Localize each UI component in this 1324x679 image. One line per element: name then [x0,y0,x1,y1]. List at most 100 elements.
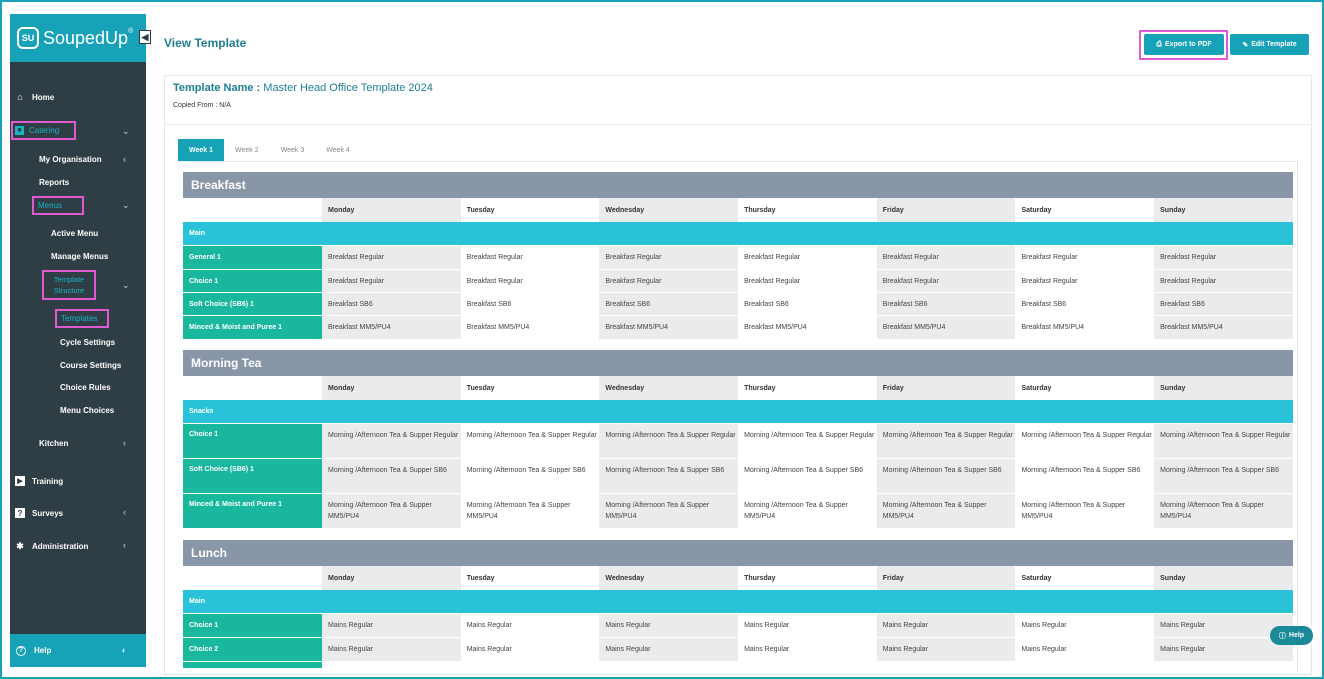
logo[interactable]: SU SoupedUp® [10,14,146,62]
nav-cycle-settings[interactable]: Cycle Settings [60,338,115,347]
tab-week-3[interactable]: Week 3 [270,139,316,161]
row-label: Soft Choice (SB6) 1 [183,293,322,315]
table-cell: Morning /Afternoon Tea & Supper MM5/PU4 [876,494,1016,528]
table-cell: Breakfast Regular [876,246,1016,269]
gear-icon: ✱ [16,540,24,551]
export-pdf-button[interactable]: ⎙ Export to PDF [1144,34,1224,55]
table-row: Choice 1 Mains Regular Mains Regular Mai… [183,613,1293,637]
edit-template-label: Edit Template [1251,41,1297,48]
row-label: Choice 2 [183,638,322,661]
nav-templates[interactable]: Templates [55,309,109,328]
table-row: Choice 1 Morning /Afternoon Tea & Supper… [183,423,1293,458]
row-label: Choice 1 [183,614,322,637]
day-header: Monday [322,198,461,222]
day-header-spacer [183,376,322,400]
edit-icon: ✎ [1242,41,1249,49]
table-cell: Morning /Afternoon Tea & Supper SB6 [876,459,1016,493]
tab-week-2[interactable]: Week 2 [224,139,270,161]
day-header: Thursday [738,376,877,400]
table-cell: Breakfast SB6 [738,293,877,315]
tab-week-4[interactable]: Week 4 [315,139,361,161]
nav-menu-choices[interactable]: Menu Choices [60,406,114,415]
table-cell: Morning /Afternoon Tea & Supper MM5/PU4 [738,494,877,528]
table-cell: Breakfast MM5/PU4 [1154,316,1293,339]
nav-course-settings[interactable]: Course Settings [60,361,121,370]
nav-kitchen[interactable]: Kitchen [39,439,68,448]
nav-catering[interactable]: ■ Catering [11,121,76,140]
sidebar-collapse-button[interactable]: ◀ [139,30,151,44]
day-header: Friday [876,566,1016,590]
brand-text: SoupedUp [43,27,129,48]
day-header: Tuesday [460,376,600,400]
help-button[interactable]: ⓘ Help [1270,626,1313,645]
table-cell: Breakfast Regular [460,270,600,292]
nav-surveys-label: Surveys [32,508,64,518]
nav-menus[interactable]: Menus [32,196,84,215]
nav-reports[interactable]: Reports [39,178,69,187]
day-header-spacer [183,566,322,590]
nav-cycle-settings-label: Cycle Settings [60,338,116,347]
day-header: Saturday [1015,376,1155,400]
nav-training[interactable]: ▶ Training [15,476,63,486]
nav-template-structure[interactable]: Template Structure [42,270,96,300]
row-label [183,662,322,668]
category-row: Snacks [183,400,1293,423]
nav-my-organisation[interactable]: My Organisation [39,155,102,164]
section-title: Morning Tea [183,350,1293,376]
nav-surveys[interactable]: ? Surveys [15,508,63,518]
day-header-spacer [183,198,322,222]
tab-week-1[interactable]: Week 1 [178,139,224,161]
row-label: Choice 1 [183,424,322,458]
edit-template-button[interactable]: ✎ Edit Template [1230,34,1309,55]
table-row: Minced & Moist and Puree 1 Breakfast MM5… [183,315,1293,339]
day-header-row: Monday Tuesday Wednesday Thursday Friday… [183,198,1293,222]
section-title: Lunch [183,540,1293,566]
table-cell: Breakfast MM5/PU4 [876,316,1016,339]
table-cell: Mains Regular [1015,614,1155,637]
nav-administration-label: Administration [32,541,89,551]
nav-active-menu[interactable]: Active Menu [51,229,98,238]
nav-home-label: Home [32,92,55,102]
copied-from: Copied From : N/A [173,102,231,109]
surveys-icon: ? [15,508,25,518]
day-header: Sunday [1154,198,1293,222]
day-header-row: Monday Tuesday Wednesday Thursday Friday… [183,566,1293,590]
day-header: Tuesday [460,566,600,590]
table-cell: Mains Regular [322,638,461,661]
table-cell: Mains Regular [738,614,877,637]
brand-reg: ® [128,27,134,35]
day-header: Wednesday [599,198,739,222]
table-cell: Breakfast SB6 [460,293,600,315]
table-cell: Morning /Afternoon Tea & Supper SB6 [322,459,461,493]
section-breakfast: Breakfast Monday Tuesday Wednesday Thurs… [183,172,1293,339]
table-cell: Breakfast Regular [1015,270,1155,292]
table-cell: Breakfast Regular [599,246,739,269]
nav-help[interactable]: ? Help ‹ [10,634,146,667]
table-cell: Mains Regular [460,614,600,637]
table-cell: Morning /Afternoon Tea & Supper Regular [876,424,1016,458]
nav-choice-rules[interactable]: Choice Rules [60,383,111,392]
table-cell: Morning /Afternoon Tea & Supper SB6 [1154,459,1293,493]
table-cell: Morning /Afternoon Tea & Supper Regular [599,424,739,458]
day-header: Wednesday [599,376,739,400]
table-cell: Breakfast SB6 [599,293,739,315]
table-cell: Breakfast SB6 [322,293,461,315]
training-icon: ▶ [15,476,25,486]
template-name-value: Master Head Office Template 2024 [263,82,433,94]
table-cell: Morning /Afternoon Tea & Supper Regular [460,424,600,458]
table-cell: Breakfast Regular [460,246,600,269]
table-cell: Morning /Afternoon Tea & Supper MM5/PU4 [322,494,461,528]
nav-administration[interactable]: ✱ Administration [15,541,88,551]
row-label: Choice 1 [183,270,322,292]
table-row: Soft Choice (SB6) 1 Morning /Afternoon T… [183,458,1293,493]
week-tabs: Week 1 Week 2 Week 3 Week 4 [178,139,361,161]
table-cell: Breakfast MM5/PU4 [599,316,739,339]
nav-manage-menus[interactable]: Manage Menus [51,252,108,261]
nav-home[interactable]: ⌂ Home [15,92,54,102]
nav-training-label: Training [32,476,64,486]
table-cell: Mains Regular [460,638,600,661]
table-cell: Morning /Afternoon Tea & Supper SB6 [460,459,600,493]
home-icon: ⌂ [17,92,23,102]
day-header: Friday [876,198,1016,222]
day-header: Friday [876,376,1016,400]
